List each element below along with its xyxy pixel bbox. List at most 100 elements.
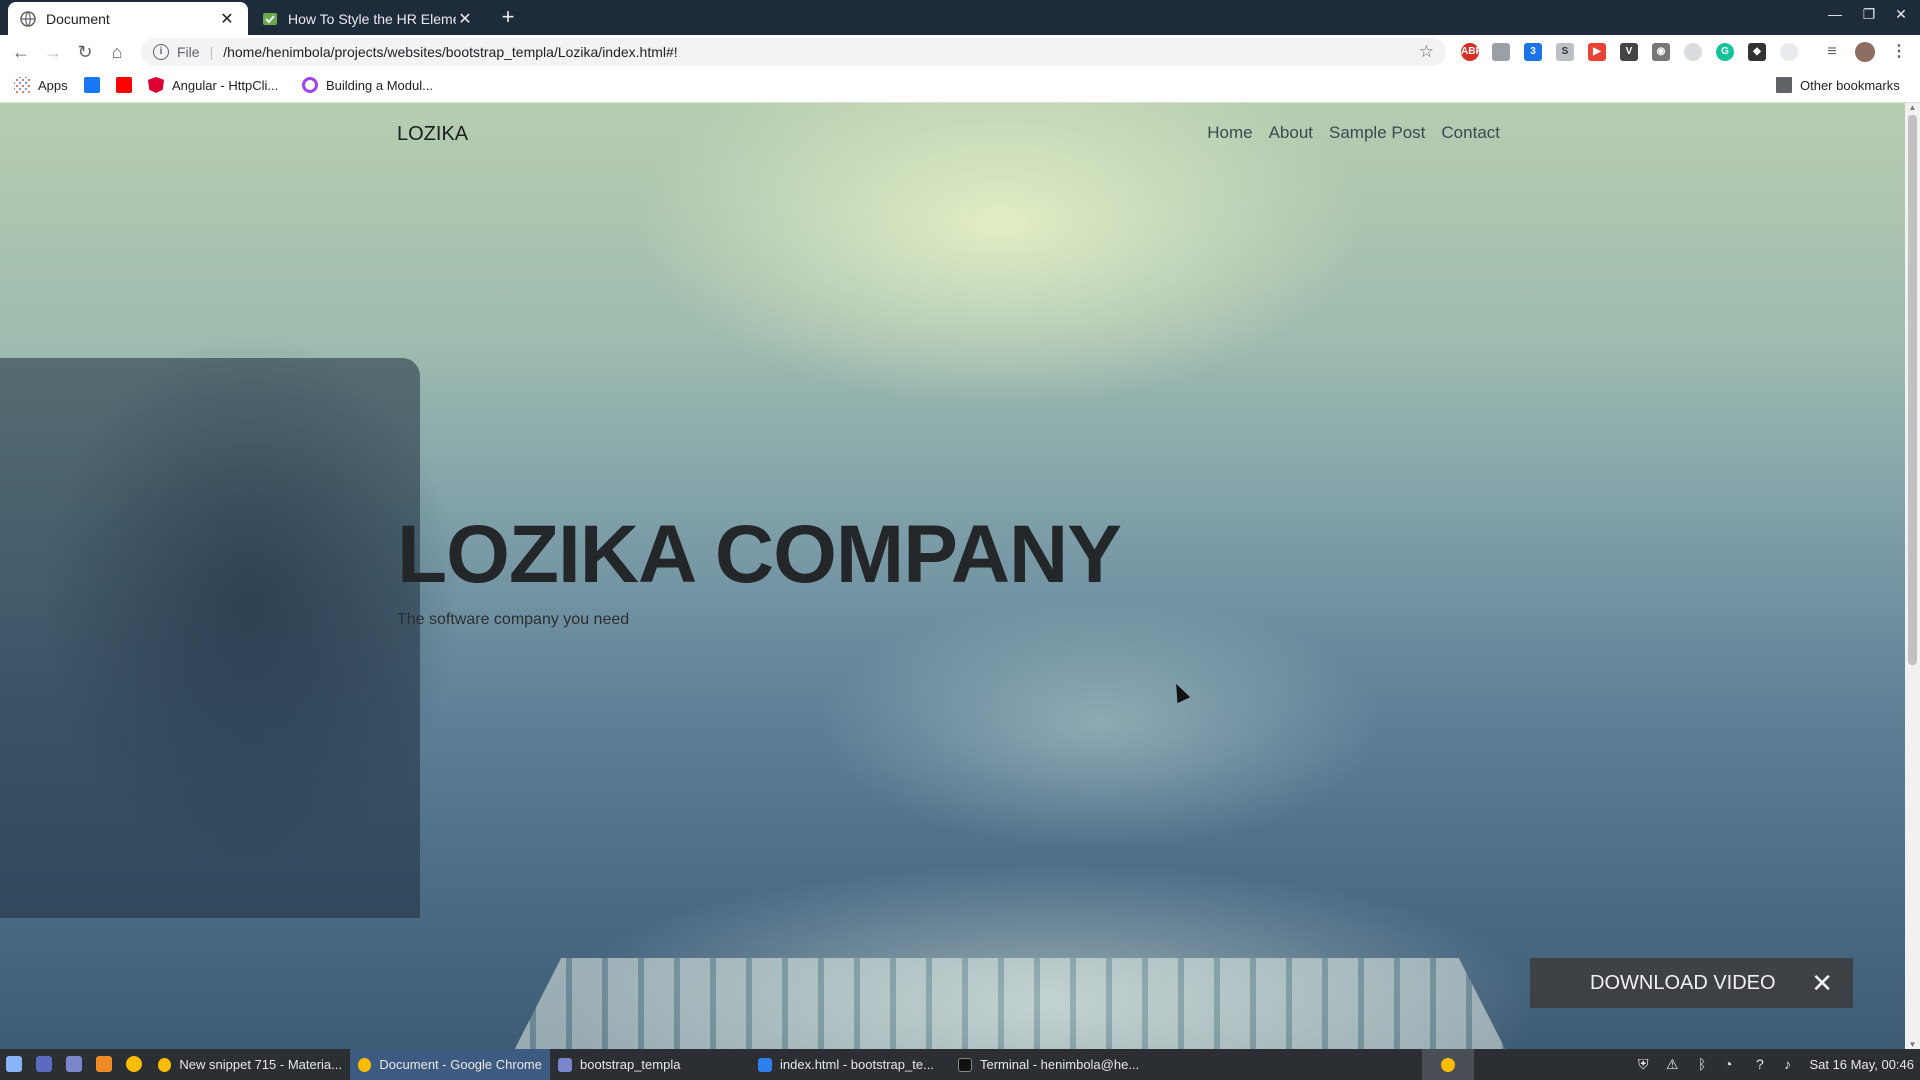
wifi-icon[interactable]: ◔ <box>1724 1056 1732 1072</box>
bookmark-label: Angular - HttpCli... <box>172 77 279 93</box>
background-laptop <box>0 358 420 918</box>
tab-hr-element[interactable]: How To Style the HR Element ✕ <box>250 2 486 35</box>
whisker-menu-icon[interactable] <box>6 1056 22 1072</box>
folder-icon <box>558 1057 572 1072</box>
download-video-label[interactable]: DOWNLOAD VIDEO <box>1590 972 1776 995</box>
tab-title: How To Style the HR Element <box>288 10 456 27</box>
tab-close-icon[interactable]: ✕ <box>456 9 474 29</box>
restore-icon[interactable]: ❐ <box>1854 6 1884 23</box>
close-window-icon[interactable]: ✕ <box>1886 6 1916 23</box>
chrome-icon <box>158 1057 172 1072</box>
home-icon[interactable]: ⌂ <box>104 39 130 65</box>
site-nav: Home About Sample Post Contact <box>1207 123 1500 143</box>
desktop-icon[interactable] <box>36 1056 52 1072</box>
extension-badge-icon[interactable]: 3 <box>1524 43 1542 61</box>
url-separator: | <box>209 44 214 60</box>
profile-avatar[interactable] <box>1855 42 1875 62</box>
bookmark-angular[interactable]: Angular - HttpCli... <box>148 77 278 93</box>
page-scrollbar[interactable]: ▲ ▼ <box>1905 103 1920 1049</box>
task-label: bootstrap_templa <box>580 1057 681 1072</box>
help-icon[interactable]: ? <box>1756 1056 1764 1072</box>
task-vscode[interactable]: index.html - bootstrap_te... <box>750 1049 950 1080</box>
nav-contact[interactable]: Contact <box>1441 123 1500 143</box>
scroll-down-icon[interactable]: ▼ <box>1905 1040 1920 1049</box>
tab-document[interactable]: Document ✕ <box>8 2 248 35</box>
circle-icon <box>302 77 318 93</box>
file-manager-icon[interactable] <box>66 1056 82 1072</box>
hero-title: LOZIKA COMPANY <box>397 509 1122 600</box>
task-bootstrap-folder[interactable]: bootstrap_templa <box>550 1049 750 1080</box>
apps-grid-icon <box>14 77 30 93</box>
chrome-icon <box>358 1057 372 1072</box>
tab-close-icon[interactable]: ✕ <box>218 9 236 29</box>
site-brand[interactable]: LOZIKA <box>397 123 468 146</box>
nav-about[interactable]: About <box>1269 123 1313 143</box>
globe-icon <box>20 10 36 27</box>
bookmark-star-icon[interactable]: ☆ <box>1419 42 1434 62</box>
browser-toolbar: ← → ↻ ⌂ i File | /home/henimbola/project… <box>0 35 1920 69</box>
volume-icon[interactable]: ♪ <box>1784 1056 1791 1072</box>
facebook-icon <box>84 77 100 93</box>
task-new-snippet[interactable]: New snippet 715 - Materia... <box>150 1049 350 1080</box>
url-scheme: File <box>177 44 200 60</box>
nav-sample-post[interactable]: Sample Post <box>1329 123 1425 143</box>
extension-circle-icon[interactable] <box>1684 43 1702 61</box>
bookmark-building-module[interactable]: Building a Modul... <box>302 77 433 93</box>
url-path: /home/henimbola/projects/websites/bootst… <box>223 44 678 60</box>
back-icon[interactable]: ← <box>8 39 34 65</box>
forward-icon[interactable]: → <box>40 39 66 65</box>
angular-icon <box>148 77 164 93</box>
task-label: Document - Google Chrome <box>379 1057 542 1072</box>
vimeo-extension-icon[interactable]: V <box>1620 43 1638 61</box>
nav-home[interactable]: Home <box>1207 123 1252 143</box>
menu-kebab-icon[interactable]: ⋮ <box>1890 43 1908 61</box>
firefox-launcher-icon[interactable] <box>96 1056 112 1072</box>
tab-title: Document <box>46 10 110 27</box>
bookmarks-bar: Apps Angular - HttpCli... Building a Mod… <box>0 69 1920 103</box>
task-terminal[interactable]: Terminal - henimbola@he... <box>950 1049 1150 1080</box>
bookmark-label: Building a Modul... <box>326 77 433 93</box>
address-bar[interactable]: i File | /home/henimbola/projects/websit… <box>141 38 1446 66</box>
bookmark-other[interactable]: Other bookmarks <box>1776 77 1900 93</box>
page-viewport: LOZIKA Home About Sample Post Contact LO… <box>0 103 1905 1049</box>
hero-subtitle: The software company you need <box>397 611 630 628</box>
task-label: index.html - bootstrap_te... <box>780 1057 934 1072</box>
info-icon[interactable]: i <box>153 44 169 60</box>
youtube-icon <box>116 77 132 93</box>
task-document-chrome[interactable]: Document - Google Chrome <box>350 1049 550 1080</box>
extension-disabled-icon[interactable] <box>1780 43 1798 61</box>
screenshot-extension-icon[interactable]: ◉ <box>1652 43 1670 61</box>
extension-icon[interactable] <box>1492 43 1510 61</box>
bluetooth-icon[interactable]: ᛒ <box>1698 1056 1706 1072</box>
reload-icon[interactable]: ↻ <box>72 39 98 65</box>
new-tab-button[interactable]: + <box>494 6 522 30</box>
scroll-up-icon[interactable]: ▲ <box>1905 103 1920 112</box>
warning-icon[interactable]: ⚠ <box>1666 1056 1679 1073</box>
adblock-extension-icon[interactable]: ABP <box>1461 43 1482 61</box>
bookmark-facebook[interactable] <box>84 77 108 93</box>
bookmark-apps[interactable]: Apps <box>14 77 68 93</box>
scrollbar-thumb[interactable] <box>1908 115 1917 665</box>
chrome-launcher-icon[interactable] <box>126 1056 142 1072</box>
vscode-icon <box>758 1057 772 1072</box>
download-video-banner[interactable]: DOWNLOAD VIDEO ✕ <box>1530 958 1853 1008</box>
minimize-icon[interactable]: — <box>1820 6 1850 22</box>
grammarly-icon[interactable]: G <box>1716 43 1734 61</box>
reading-list-icon[interactable]: ≡ <box>1823 43 1841 61</box>
tab-strip: Document ✕ How To Style the HR Element ✕… <box>0 0 1920 35</box>
extension-box-icon[interactable]: ◆ <box>1748 43 1766 61</box>
background-keyboard <box>500 958 1520 1049</box>
bookmark-label: Apps <box>38 77 68 93</box>
youtube-extension-icon[interactable]: ▶ <box>1588 43 1606 61</box>
shield-icon[interactable]: ⛨ <box>1638 1056 1649 1073</box>
mouse-cursor-icon <box>1169 680 1191 704</box>
bookmark-youtube[interactable] <box>116 77 140 93</box>
task-label: New snippet 715 - Materia... <box>179 1057 342 1072</box>
task-chrome-preview[interactable] <box>1422 1049 1474 1080</box>
site-favicon-icon <box>262 11 278 27</box>
close-icon[interactable]: ✕ <box>1811 968 1833 999</box>
bookmark-label: Other bookmarks <box>1800 77 1900 93</box>
extension-s-icon[interactable]: S <box>1556 43 1574 61</box>
folder-icon <box>1776 77 1792 93</box>
taskbar-clock[interactable]: Sat 16 May, 00:46 <box>1809 1057 1914 1072</box>
